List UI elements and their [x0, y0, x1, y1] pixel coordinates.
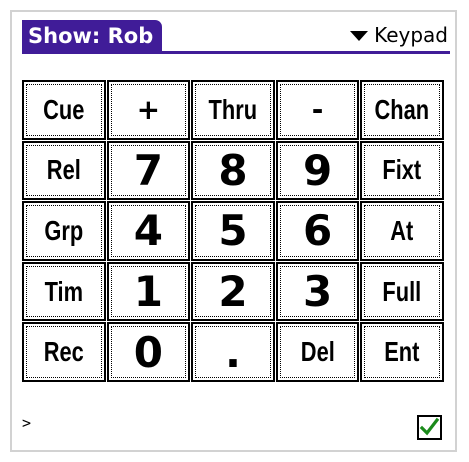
key-fixt[interactable]: Fixt [360, 140, 444, 201]
key-label: Rel [46, 154, 81, 186]
key-4[interactable]: 4 [106, 201, 191, 261]
key-9[interactable]: 9 [275, 140, 360, 201]
key-plus[interactable]: + [106, 80, 191, 140]
key-2[interactable]: 2 [191, 261, 275, 322]
key-label: Grp [44, 214, 84, 246]
key-label: 8 [218, 145, 248, 195]
view-selector-label: Keypad [374, 23, 448, 47]
key-7[interactable]: 7 [106, 140, 191, 201]
key-6[interactable]: 6 [275, 201, 360, 261]
keypad-grid: Cue + Thru - Chan Rel 7 8 9 Fixt Grp 4 5… [22, 80, 445, 383]
key-label: Rec [43, 336, 84, 368]
key-label: Chan [374, 93, 430, 125]
key-label: 2 [218, 267, 248, 317]
key-label: 7 [133, 145, 163, 195]
title-bar: Show: Rob Keypad [14, 14, 454, 58]
key-ent[interactable]: Ent [360, 322, 444, 382]
key-label: 4 [133, 206, 163, 256]
key-label: - [311, 93, 324, 127]
key-label: Del [300, 336, 335, 368]
key-grp[interactable]: Grp [22, 201, 106, 261]
checkmark-icon [419, 417, 440, 436]
key-8[interactable]: 8 [191, 140, 275, 201]
key-1[interactable]: 1 [106, 261, 191, 322]
key-dot[interactable]: . [191, 322, 275, 382]
key-label: . [225, 327, 241, 377]
key-rec[interactable]: Rec [22, 322, 106, 382]
key-0[interactable]: 0 [106, 322, 191, 382]
key-chan[interactable]: Chan [360, 80, 444, 140]
key-full[interactable]: Full [360, 261, 444, 322]
key-label: 1 [133, 267, 163, 317]
key-label: Fixt [382, 154, 422, 186]
show-title[interactable]: Show: Rob [22, 20, 163, 53]
key-thru[interactable]: Thru [191, 80, 275, 140]
key-minus[interactable]: - [275, 80, 360, 140]
key-rel[interactable]: Rel [22, 140, 106, 201]
title-underline [22, 51, 450, 54]
key-label: Cue [43, 93, 85, 125]
key-cue[interactable]: Cue [22, 80, 106, 140]
key-at[interactable]: At [360, 201, 444, 261]
key-label: At [390, 214, 414, 246]
key-label: 9 [302, 145, 333, 195]
key-del[interactable]: Del [275, 322, 360, 382]
key-label: + [136, 93, 161, 127]
key-label: Ent [384, 336, 420, 368]
confirm-checkbox[interactable] [417, 415, 442, 440]
key-label: Thru [208, 93, 258, 125]
key-5[interactable]: 5 [191, 201, 275, 261]
key-tim[interactable]: Tim [22, 261, 106, 322]
view-selector[interactable]: Keypad [350, 22, 448, 48]
dropdown-triangle-icon [350, 31, 369, 41]
command-line-prompt[interactable]: > [22, 414, 31, 432]
key-label: 3 [302, 267, 333, 317]
key-label: Full [382, 275, 422, 307]
key-label: 0 [133, 327, 163, 377]
key-3[interactable]: 3 [275, 261, 360, 322]
key-label: 6 [302, 206, 333, 256]
key-label: Tim [44, 275, 84, 307]
key-label: 5 [218, 206, 248, 256]
